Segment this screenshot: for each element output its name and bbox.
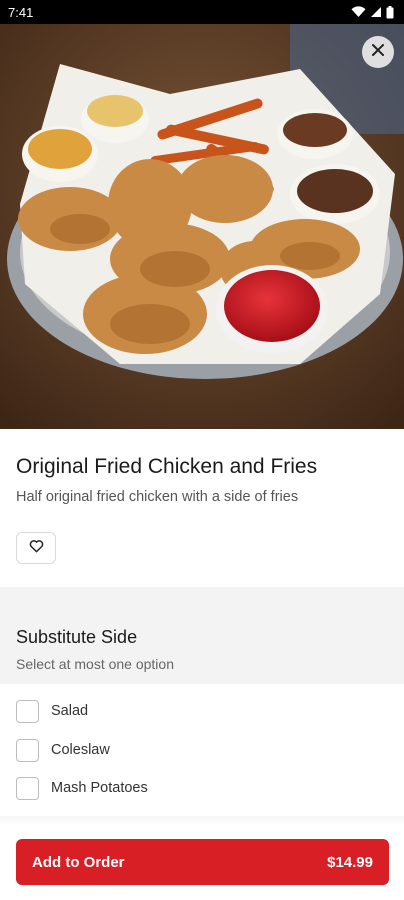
close-button[interactable] <box>362 36 394 68</box>
substitute-side-section: Substitute Side Select at most one optio… <box>0 587 404 684</box>
status-time: 7:41 <box>8 4 34 20</box>
checkbox[interactable] <box>16 699 39 723</box>
battery-icon <box>386 5 394 19</box>
option-mash-potatoes[interactable]: Mash Potatoes <box>16 776 148 800</box>
section-subtitle: Select at most one option <box>16 656 174 672</box>
status-bar: 7:41 <box>0 0 404 24</box>
close-icon <box>371 43 385 62</box>
item-description: Half original fried chicken with a side … <box>16 489 299 505</box>
item-title: Original Fried Chicken and Fries <box>16 455 318 478</box>
hero-image <box>0 24 404 429</box>
option-salad[interactable]: Salad <box>16 699 88 723</box>
favorite-button[interactable] <box>16 532 56 564</box>
wifi-icon <box>351 6 366 18</box>
order-price: $14.99 <box>327 853 373 871</box>
status-icons <box>351 5 394 19</box>
checkbox[interactable] <box>16 776 39 800</box>
option-label: Salad <box>51 703 89 719</box>
option-label: Coleslaw <box>51 742 110 758</box>
add-to-order-label: Add to Order <box>32 853 125 871</box>
section-title: Substitute Side <box>16 627 138 647</box>
divider <box>0 816 404 826</box>
heart-icon <box>29 539 44 558</box>
option-label: Mash Potatoes <box>51 780 148 796</box>
checkbox[interactable] <box>16 738 39 762</box>
option-coleslaw[interactable]: Coleslaw <box>16 738 110 762</box>
signal-icon <box>370 6 382 18</box>
add-to-order-button[interactable]: Add to Order $14.99 <box>16 839 389 885</box>
food-photo <box>0 24 404 429</box>
